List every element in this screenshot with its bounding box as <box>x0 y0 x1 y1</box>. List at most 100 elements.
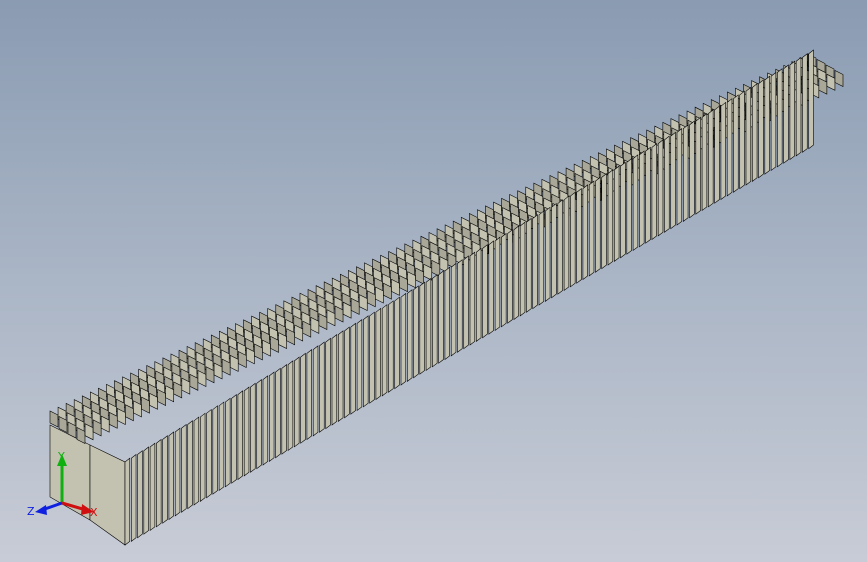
side-fin <box>394 296 400 390</box>
side-fin <box>337 330 344 422</box>
side-fin <box>494 236 501 332</box>
side-fin <box>312 345 319 437</box>
side-fin <box>802 53 808 153</box>
side-fin <box>770 71 777 172</box>
side-fin <box>482 244 488 339</box>
side-fin <box>294 356 300 448</box>
side-fin <box>256 378 262 470</box>
side-fin <box>199 412 206 502</box>
cad-graphics-viewport[interactable]: Y X Z <box>0 0 867 562</box>
side-fin <box>419 281 425 375</box>
triad-x-label: X <box>90 506 98 519</box>
side-fin <box>745 86 752 186</box>
side-fin <box>570 191 576 288</box>
side-fin <box>689 120 695 219</box>
side-fin <box>532 214 538 310</box>
side-fin <box>475 247 482 342</box>
side-fin <box>375 307 381 401</box>
side-fin <box>538 210 545 306</box>
side-fin <box>651 143 657 241</box>
side-fin <box>469 251 476 346</box>
side-fin <box>576 187 582 284</box>
side-fin <box>275 367 281 459</box>
side-fin <box>130 453 137 542</box>
side-fin <box>626 158 632 255</box>
side-fin <box>413 285 419 379</box>
side-fin <box>739 90 745 190</box>
side-fin <box>808 49 814 150</box>
side-fin <box>143 446 149 535</box>
comb-fin <box>49 410 59 428</box>
side-fin <box>300 352 306 444</box>
side-fin <box>381 304 388 397</box>
side-fin <box>168 431 174 521</box>
side-fin <box>331 334 338 426</box>
side-fin <box>751 83 758 182</box>
side-fin <box>262 375 269 466</box>
side-fin <box>526 217 532 313</box>
side-fin <box>432 274 438 368</box>
side-fin <box>613 165 620 262</box>
side-fin <box>306 349 312 441</box>
side-fin <box>149 442 156 532</box>
side-fin <box>162 435 168 524</box>
side-fin <box>501 232 507 328</box>
side-fin <box>676 128 683 226</box>
side-fin <box>287 360 294 452</box>
side-fin <box>708 109 714 208</box>
triad-z-label: Z <box>27 505 35 518</box>
side-fin <box>607 169 614 266</box>
side-fin <box>783 64 789 164</box>
side-fin <box>720 101 726 201</box>
side-fin <box>444 266 450 361</box>
side-fin <box>212 405 218 495</box>
side-fin <box>406 289 413 382</box>
side-fin <box>519 221 526 317</box>
side-fin <box>218 401 225 492</box>
side-fin <box>701 113 708 212</box>
side-fin <box>682 124 689 222</box>
side-fin <box>450 262 457 357</box>
comb-fin <box>834 70 844 87</box>
side-fin <box>388 300 394 393</box>
side-fin <box>350 322 356 415</box>
side-fin <box>488 240 494 335</box>
side-fin <box>231 393 237 484</box>
side-fin <box>344 326 350 419</box>
side-fin <box>225 397 231 488</box>
coordinate-triad: Y X Z <box>27 450 98 519</box>
model-3d-view[interactable] <box>0 0 867 562</box>
side-fin <box>670 131 676 230</box>
side-fin <box>777 68 783 168</box>
side-fin <box>507 229 513 324</box>
side-fin <box>369 311 375 404</box>
side-fin <box>557 199 563 295</box>
side-fin <box>281 364 287 455</box>
side-fin <box>588 180 595 277</box>
side-fin <box>657 139 664 237</box>
side-fin <box>124 457 131 546</box>
side-fin <box>438 270 444 364</box>
side-fin <box>137 450 143 539</box>
finned-part-model[interactable] <box>49 49 844 546</box>
side-fin <box>544 206 551 302</box>
side-fin <box>795 56 802 157</box>
side-fin <box>457 259 463 353</box>
side-fin <box>764 75 770 175</box>
side-fin <box>789 60 795 161</box>
side-fin <box>206 408 212 499</box>
side-fin <box>582 184 588 281</box>
side-fin <box>664 135 670 233</box>
side-fin <box>181 423 187 513</box>
side-fin <box>632 154 639 252</box>
side-fin <box>595 176 601 273</box>
side-fin <box>620 161 626 259</box>
side-fin <box>400 292 407 386</box>
side-fin <box>733 94 739 193</box>
triad-z-arrow-icon <box>35 505 47 515</box>
triad-y-label: Y <box>57 450 65 463</box>
side-fin <box>250 382 256 473</box>
side-fin <box>645 146 651 244</box>
side-fin <box>425 277 432 372</box>
side-fin <box>319 341 325 433</box>
